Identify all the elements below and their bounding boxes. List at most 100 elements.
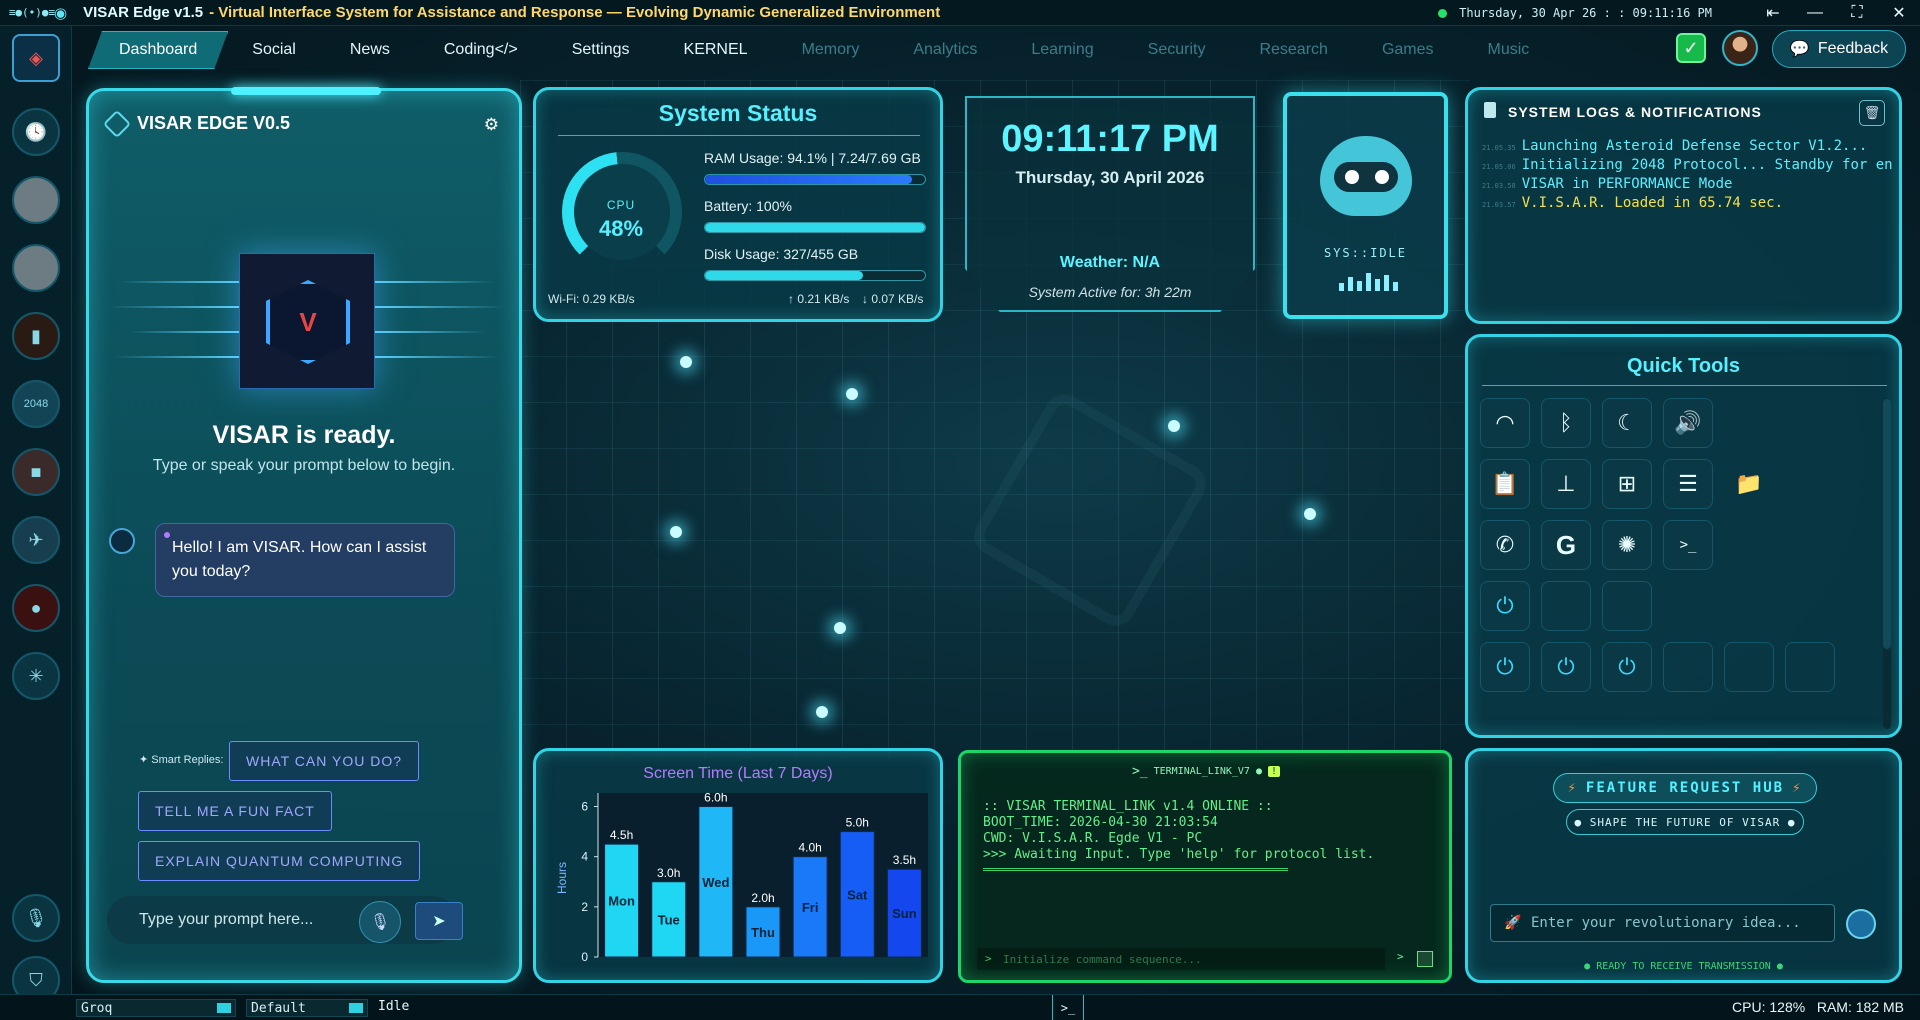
clipboard-icon[interactable]: 📋 <box>1480 459 1530 509</box>
sparkle-icon: ✦ <box>139 754 152 766</box>
google-icon[interactable]: G <box>1541 520 1591 570</box>
power-icon[interactable]: ⏻ <box>1541 642 1591 692</box>
rail-app-icon[interactable] <box>12 244 60 292</box>
robot-eye <box>1375 170 1389 184</box>
rail-app-icon[interactable] <box>12 176 60 224</box>
ready-title: VISAR is ready. <box>212 421 396 449</box>
tab-0[interactable]: Dashboard <box>88 31 228 69</box>
equalizer-bar <box>1366 273 1371 291</box>
chat-title: VISAR EDGE V0.5 <box>137 113 291 133</box>
cpu-label: CPU <box>606 198 636 212</box>
trash-icon[interactable]: 🗑 <box>1859 100 1885 126</box>
smart-reply-button[interactable]: WHAT CAN YOU DO? <box>229 741 420 781</box>
battery-bar <box>704 222 926 233</box>
tab-4[interactable]: Settings <box>542 31 660 69</box>
smart-reply-button[interactable]: TELL ME A FUN FACT <box>138 791 332 831</box>
title-bar: ≡●(•)●≡ ◉ VISAR Edge v1.5 - Virtual Inte… <box>0 0 1920 26</box>
empty-slot <box>1663 642 1713 692</box>
tab-7[interactable]: Analytics <box>883 31 1007 69</box>
rail-app-icon[interactable]: 🕓 <box>12 108 60 156</box>
robot-eye <box>1345 170 1359 184</box>
quick-tools-title: Quick Tools <box>1627 355 1740 377</box>
app-name: VISAR Edge v1.5 <box>83 3 204 21</box>
tab-6[interactable]: Memory <box>772 31 890 69</box>
maximize-button[interactable]: ⛶ <box>1836 4 1878 22</box>
bluetooth-icon[interactable]: ᛒ <box>1541 398 1591 448</box>
terminal-icon[interactable]: >_ <box>1663 520 1713 570</box>
system-status-panel: System Status CPU 48% RAM Usage: 94.1% |… <box>533 87 943 322</box>
rail-mic-icon[interactable]: 🎙 <box>12 894 60 942</box>
scrollbar-thumb[interactable] <box>1883 399 1891 649</box>
gear-icon[interactable]: ⚙ <box>484 115 499 135</box>
tab-2[interactable]: News <box>320 31 420 69</box>
tab-12[interactable]: Music <box>1458 31 1560 69</box>
feedback-button[interactable]: 💬 Feedback <box>1772 30 1906 68</box>
rail-app-icon[interactable]: ✳ <box>12 652 60 700</box>
rail-app-icon[interactable]: ● <box>12 584 60 632</box>
power-icon[interactable]: ⏻ <box>1480 642 1530 692</box>
mic-button[interactable]: 🎙 <box>359 901 401 943</box>
minimize-button[interactable]: — <box>1794 4 1836 22</box>
rail-app-icon[interactable]: 2048 <box>12 380 60 428</box>
tab-8[interactable]: Learning <box>1001 31 1123 69</box>
bar-category-label: Mon <box>608 894 635 909</box>
volume-icon[interactable]: 🔊 <box>1663 398 1713 448</box>
checklist-icon[interactable]: ☰ <box>1663 459 1713 509</box>
power-icon[interactable]: ⏻ <box>1480 581 1530 631</box>
terminal-stop-button[interactable] <box>1417 951 1433 967</box>
folder-icon[interactable]: 📁 <box>1724 459 1774 509</box>
user-avatar[interactable] <box>1722 30 1758 66</box>
tab-1[interactable]: Social <box>222 31 326 69</box>
robot-status-text: SYS::IDLE <box>1323 246 1408 260</box>
dropdown-icon <box>217 1003 231 1013</box>
idea-submit-button[interactable] <box>1846 909 1876 939</box>
bar-value-label: 5.0h <box>846 816 869 830</box>
send-button[interactable]: ➤ <box>415 902 463 940</box>
tab-11[interactable]: Games <box>1352 31 1464 69</box>
feature-request-panel: ⚡ FEATURE REQUEST HUB ⚡ ● SHAPE THE FUTU… <box>1465 748 1902 983</box>
terminal-line: BOOT_TIME: 2026-04-30 21:03:54 <box>983 815 1218 830</box>
power-icon[interactable]: ⏻ <box>1602 642 1652 692</box>
close-button[interactable]: ✕ <box>1878 3 1920 23</box>
rail-app-icon[interactable]: ■ <box>12 448 60 496</box>
bar-value-label: 4.0h <box>798 841 821 855</box>
logs-title: SYSTEM LOGS & NOTIFICATIONS <box>1508 104 1762 120</box>
idea-input[interactable]: Enter your revolutionary idea... <box>1490 904 1835 942</box>
terminal-input[interactable]: Initialize command sequence... <box>977 948 1385 970</box>
tab-5[interactable]: KERNEL <box>654 31 778 69</box>
visar-logo-icon: V <box>266 280 350 364</box>
moon-icon[interactable]: ☾ <box>1602 398 1652 448</box>
wifi-icon[interactable]: ◠ <box>1480 398 1530 448</box>
check-icon[interactable]: ✓ <box>1676 33 1706 63</box>
bulb-icon[interactable]: ! <box>1268 765 1281 777</box>
smart-replies-text: Smart Replies: <box>151 754 224 766</box>
terminal-submit-icon[interactable]: > <box>1397 950 1404 963</box>
tab-3[interactable]: Coding</> <box>414 31 548 69</box>
equalizer-bar <box>1348 277 1353 291</box>
app-subtitle: - Virtual Interface System for Assistanc… <box>209 3 941 21</box>
tab-9[interactable]: Security <box>1118 31 1236 69</box>
openai-icon[interactable]: ✺ <box>1602 520 1652 570</box>
chat-header: VISAR EDGE V0.5 <box>102 109 291 138</box>
chat-bubble-icon: 💬 <box>1789 41 1810 58</box>
rail-app-icon[interactable]: ✈ <box>12 516 60 564</box>
rail-logo-icon[interactable]: ◈ <box>12 34 60 82</box>
qr-scan-icon[interactable]: ⊞ <box>1602 459 1652 509</box>
status-bar: Groq Default Idle >_ CPU: 128% RAM: 182 … <box>0 994 1920 1020</box>
prompt-input[interactable]: Type your prompt here... <box>107 896 457 944</box>
collapse-icon[interactable]: ⇤ <box>1752 3 1794 23</box>
clock-date: Thursday, 30 April 2026 <box>1015 168 1205 187</box>
tab-10[interactable]: Research <box>1229 31 1357 69</box>
document-icon <box>1484 102 1496 118</box>
scrollbar[interactable] <box>1883 399 1891 729</box>
whatsapp-icon[interactable]: ✆ <box>1480 520 1530 570</box>
model-select[interactable]: Groq <box>76 999 236 1017</box>
smart-reply-button[interactable]: EXPLAIN QUANTUM COMPUTING <box>138 841 421 881</box>
profile-select[interactable]: Default <box>246 999 368 1017</box>
rail-app-icon[interactable]: ▮ <box>12 312 60 360</box>
disk-label: Disk Usage: 327/455 GB <box>704 246 859 262</box>
terminal-toggle-icon[interactable]: >_ <box>1052 995 1084 1020</box>
feedback-label: Feedback <box>1817 40 1889 57</box>
stamp-icon[interactable]: ⊥ <box>1541 459 1591 509</box>
log-time: 21.05.35 <box>1482 144 1516 152</box>
